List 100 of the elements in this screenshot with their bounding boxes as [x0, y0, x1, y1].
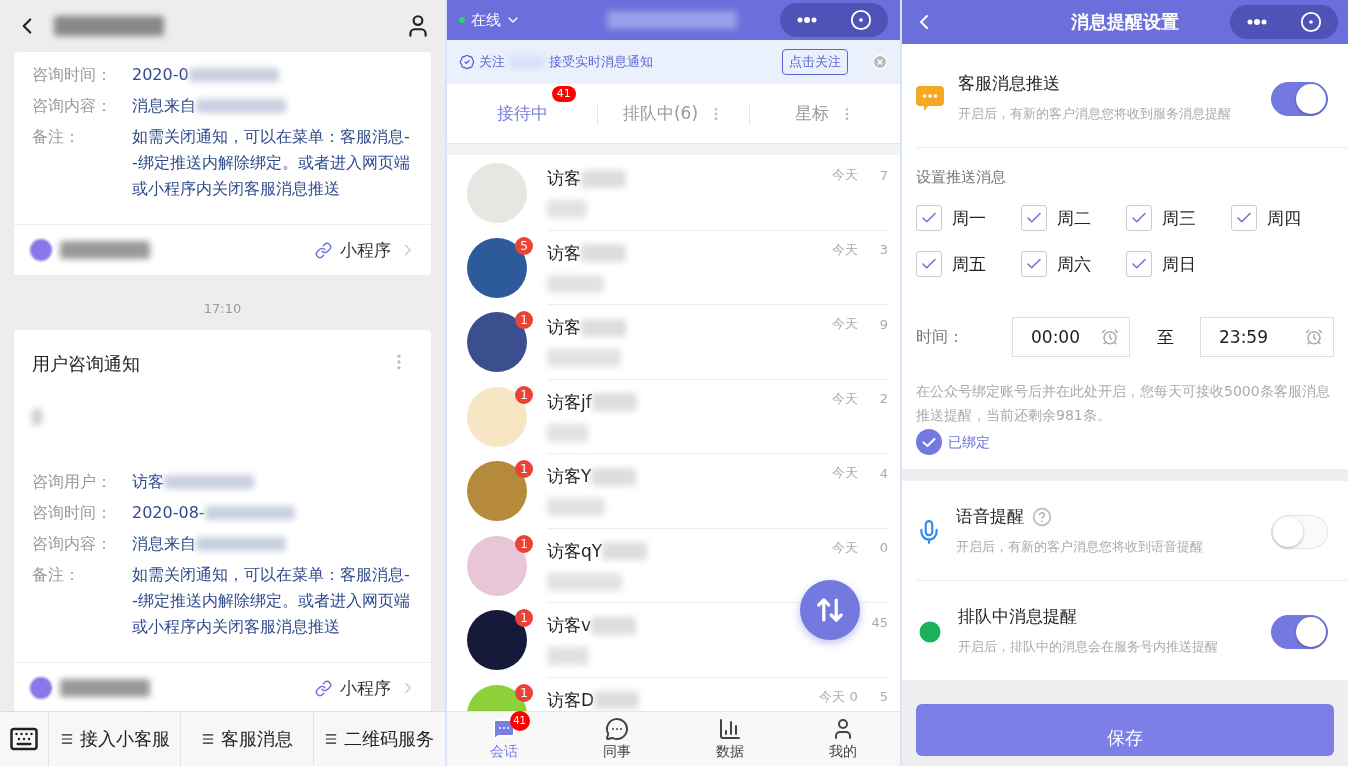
- count-badge: 41: [509, 711, 530, 731]
- field-label: 咨询时间：: [32, 64, 113, 86]
- day-label: 周日: [1162, 252, 1196, 276]
- checkbox[interactable]: [1126, 205, 1152, 231]
- chat-bubble-icon: [604, 717, 629, 741]
- nav-tab[interactable]: 同事: [560, 712, 674, 766]
- unread-badge: 1: [515, 683, 533, 702]
- end-time-field[interactable]: 23:59: [1200, 317, 1334, 357]
- visitor-name: 访客v: [547, 614, 592, 637]
- setting-title: 语音提醒: [956, 505, 1024, 528]
- setting-description: 开启后，有新的客户消息您将收到语音提醒: [956, 538, 1204, 556]
- bound-status: 已绑定: [948, 433, 990, 452]
- mini-program-link[interactable]: 小程序: [340, 238, 391, 262]
- follow-button[interactable]: 点击关注: [782, 49, 848, 75]
- quota-note: 在公众号绑定账号后并在此处开启，您每天可接收5000条客服消息推送提醒，当前还剩余981条。: [916, 382, 1331, 425]
- time-label: 时间：: [916, 326, 965, 348]
- checkbox[interactable]: [1231, 205, 1257, 231]
- field-value: 消息来自: [132, 95, 196, 117]
- target-icon: [1299, 11, 1322, 33]
- field-label: 咨询时间：: [32, 502, 113, 524]
- redacted-block: [547, 200, 587, 218]
- message-time: 9: [879, 316, 888, 332]
- checkbox[interactable]: [916, 205, 942, 231]
- visitor-name: 访客: [547, 241, 581, 265]
- day-label: 周一: [952, 206, 986, 230]
- source-avatar: [30, 677, 52, 699]
- conversation-row[interactable]: 1 访客 今天 9: [447, 304, 900, 379]
- menu-icon: [324, 732, 339, 746]
- redacted-block: [581, 169, 626, 188]
- redacted-block: [591, 467, 637, 486]
- unread-badge: 1: [515, 534, 533, 553]
- target-button[interactable]: [849, 9, 872, 31]
- message-time: 45: [871, 614, 888, 630]
- more-button[interactable]: [796, 17, 817, 23]
- separator-text: 至: [1155, 325, 1175, 349]
- redacted-block: [547, 423, 588, 442]
- nav-tab[interactable]: 我的: [786, 712, 900, 766]
- redacted-block: [591, 393, 637, 411]
- redacted-block: [547, 498, 605, 516]
- message-time: 0: [879, 540, 888, 555]
- field-value: 如需关闭通知，可以在菜单：客服消息--绑定推送内解除绑定。或者进入网页端或小程序内关闭客服消息推送: [132, 126, 411, 200]
- chat-bubble-icon: [916, 85, 944, 112]
- message-time: 3: [879, 242, 888, 257]
- visitor-name: 访客qY: [547, 539, 603, 563]
- badge-check-icon: [459, 54, 475, 70]
- unread-badge: 1: [515, 311, 533, 329]
- message-time: 5: [879, 689, 888, 704]
- close-button[interactable]: [872, 54, 888, 70]
- menu-item[interactable]: 二维码服务: [312, 712, 445, 766]
- toggle-switch[interactable]: [1271, 81, 1328, 116]
- message-time: 今天: [831, 240, 858, 259]
- conversation-row[interactable]: 1 访客jf 今天 2: [447, 378, 900, 453]
- menu-item[interactable]: 接入小客服: [48, 712, 181, 766]
- start-time-field[interactable]: 00:00: [1012, 317, 1130, 357]
- unread-badge: 1: [515, 385, 533, 404]
- status-dropdown[interactable]: 在线: [471, 10, 521, 30]
- redacted-block: [594, 691, 640, 709]
- checkbox[interactable]: [1021, 251, 1047, 277]
- checkbox[interactable]: [1021, 205, 1047, 231]
- more-icon: [796, 17, 817, 23]
- conversation-row[interactable]: 5 访客 今天 3: [447, 229, 900, 304]
- online-dot: [459, 17, 465, 23]
- day-label: 周四: [1267, 206, 1301, 230]
- link-icon: [315, 679, 332, 697]
- message-time: 今天 0: [819, 687, 858, 706]
- day-label: 周六: [1057, 252, 1091, 276]
- visitor-name: 访客: [547, 316, 581, 339]
- day-label: 周二: [1057, 206, 1091, 230]
- alarm-clock-icon: [1305, 328, 1323, 346]
- visitor-name: 访客jf: [547, 390, 592, 414]
- redacted-block: [591, 616, 637, 635]
- setting-description: 开启后，排队中的消息会在服务号内推送提醒: [958, 638, 1219, 656]
- visitor-name: 访客: [547, 167, 581, 190]
- visitor-name: 访客D: [547, 688, 595, 711]
- up-down-arrows-icon: [815, 595, 845, 625]
- alarm-clock-icon: [1101, 328, 1119, 346]
- sort-button[interactable]: [800, 580, 860, 640]
- visitor-name: 访客Y: [547, 465, 592, 488]
- nav-tab[interactable]: 41 会话: [447, 712, 561, 766]
- checkbox[interactable]: [916, 251, 942, 277]
- menu-item[interactable]: 客服消息: [180, 712, 313, 766]
- day-label: 周五: [952, 252, 986, 276]
- redacted-block: [602, 542, 648, 560]
- field-label: 备注：: [32, 126, 81, 148]
- help-icon[interactable]: [1032, 506, 1052, 527]
- page-title: 消息提醒设置: [1071, 10, 1179, 34]
- message-time: 2: [879, 391, 888, 406]
- unread-badge: 5: [515, 236, 533, 255]
- mini-program-link[interactable]: 小程序: [340, 676, 391, 700]
- toggle-switch[interactable]: [1271, 614, 1328, 649]
- conversation-row[interactable]: 访客 今天 7: [447, 155, 900, 230]
- bar-chart-icon: [718, 717, 743, 741]
- field-value: 如需关闭通知，可以在菜单：客服消息--绑定推送内解除绑定。或者进入网页端或小程序内关闭客服消息推送: [132, 564, 411, 638]
- target-button[interactable]: [1299, 11, 1322, 33]
- redacted-block: [32, 408, 42, 425]
- more-button[interactable]: [1246, 19, 1267, 25]
- checkbox[interactable]: [1126, 251, 1152, 277]
- nav-tab[interactable]: 数据: [673, 712, 787, 766]
- count-badge: 41: [551, 86, 576, 102]
- conversation-row[interactable]: 1 访客Y 今天 4: [447, 453, 900, 528]
